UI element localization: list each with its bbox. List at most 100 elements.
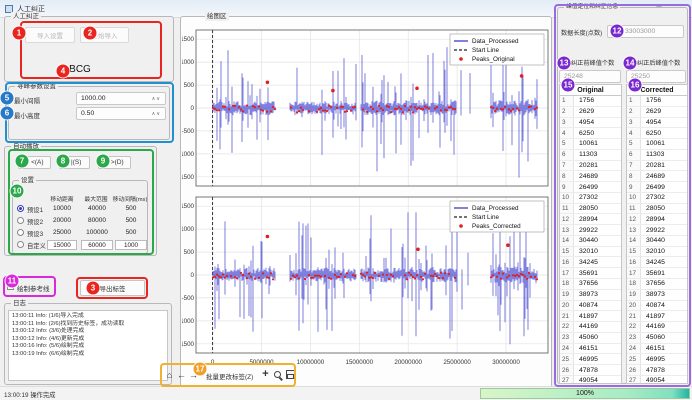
annotation-circle-17: 17 (194, 363, 207, 376)
table-row[interactable]: 46250 (560, 128, 621, 139)
row-index: 25 (560, 354, 574, 364)
svg-text:15000000: 15000000 (346, 359, 374, 366)
table-row[interactable]: 2647878 (627, 365, 687, 376)
table-row[interactable]: 2446151 (560, 344, 621, 355)
table-row[interactable]: 2446151 (627, 344, 687, 355)
min-height-value: 0.50 (81, 110, 94, 117)
annotation-circle-15: 15 (562, 79, 575, 92)
import-settings-button[interactable]: 导入设置 (25, 27, 75, 43)
annotation-circle-1: 1 (13, 27, 26, 40)
table-row[interactable]: 1027302 (560, 193, 621, 204)
table-row[interactable]: 926499 (560, 182, 621, 193)
table-row[interactable]: 1228994 (560, 214, 621, 225)
svg-text:10000000: 10000000 (297, 359, 325, 366)
table-row[interactable]: 1735691 (560, 268, 621, 279)
annotation-circle-6: 6 (1, 107, 14, 120)
signal-chart-bottom[interactable]: 150010005000-500-1000-150005000000100000… (182, 191, 550, 373)
table-row[interactable]: 1228994 (627, 214, 687, 225)
table-row[interactable]: 46250 (627, 128, 687, 139)
preset-custom-input[interactable] (47, 240, 77, 250)
peak-sample-value: 47878 (641, 367, 665, 374)
preset-radio[interactable] (17, 205, 24, 212)
table-row[interactable]: 2244169 (560, 322, 621, 333)
table-row[interactable]: 22629 (560, 107, 621, 118)
original-peaks-table[interactable]: Original 1175622629349544625051006161130… (559, 84, 622, 384)
table-row[interactable]: 22629 (627, 107, 687, 118)
table-row[interactable]: 824689 (627, 171, 687, 182)
table-row[interactable]: 34954 (627, 118, 687, 129)
table-row[interactable]: 1634245 (560, 257, 621, 268)
svg-text:Peaks_Original: Peaks_Original (472, 56, 515, 63)
row-index: 4 (627, 128, 641, 138)
table-row[interactable]: 1532010 (627, 247, 687, 258)
signal-chart-top[interactable]: 150010005000-500-1000-1500Data_Processed… (182, 22, 550, 192)
home-icon[interactable]: ⌂ (164, 369, 175, 381)
table-row[interactable]: 1837656 (560, 279, 621, 290)
table-row[interactable]: 824689 (560, 171, 621, 182)
table-row[interactable]: 611303 (627, 150, 687, 161)
table-row[interactable]: 1938973 (627, 290, 687, 301)
table-row[interactable]: 2040874 (627, 301, 687, 312)
preset-radio[interactable] (17, 217, 24, 224)
table-row[interactable]: 34954 (560, 118, 621, 129)
table-row[interactable]: 1430440 (627, 236, 687, 247)
peak-sample-value: 27302 (574, 194, 598, 201)
table-row[interactable]: 1837656 (627, 279, 687, 290)
table-row[interactable]: 2546995 (560, 354, 621, 365)
table-row[interactable]: 510061 (627, 139, 687, 150)
preset-row: 预设325000100000500 (13, 228, 149, 239)
table-row[interactable]: 2345060 (560, 333, 621, 344)
table-row[interactable]: 1128050 (627, 204, 687, 215)
table-row[interactable]: 1938973 (560, 290, 621, 301)
svg-text:Start Line: Start Line (472, 47, 499, 54)
preset-value: 80000 (81, 217, 113, 224)
table-row[interactable]: 926499 (627, 182, 687, 193)
table-row[interactable]: 510061 (560, 139, 621, 150)
peak-info-group-title: 峰值定位和纠正信息 (564, 3, 620, 12)
table-row[interactable]: 1027302 (627, 193, 687, 204)
table-row[interactable]: 720281 (627, 161, 687, 172)
table-row[interactable]: 2647878 (560, 365, 621, 376)
row-index: 13 (627, 225, 641, 235)
table-row[interactable]: 1128050 (560, 204, 621, 215)
table-row[interactable]: 1329922 (560, 225, 621, 236)
table-row[interactable]: 2040874 (560, 301, 621, 312)
table-row[interactable]: 720281 (560, 161, 621, 172)
table-row[interactable]: 1634245 (627, 257, 687, 268)
table-row[interactable]: 2345060 (627, 333, 687, 344)
row-index: 8 (560, 171, 574, 181)
spinner-arrows-icon[interactable]: ∧∨ (152, 96, 161, 102)
table-row[interactable]: 1735691 (627, 268, 687, 279)
row-index: 2 (560, 107, 574, 117)
corrected-peaks-table[interactable]: Corrected 117562262934954462505100616113… (626, 84, 688, 384)
table-row[interactable]: 1329922 (627, 225, 687, 236)
table-row[interactable]: 11756 (560, 96, 621, 107)
log-entries[interactable]: 13:00:11 Info: (1/6)导入完成13:00:11 Info: (… (8, 310, 168, 381)
data-length-value: 33003000 (625, 28, 655, 35)
table-row[interactable]: 2749054 (627, 376, 687, 384)
peak-sample-value: 28994 (574, 216, 598, 223)
preset-radio[interactable] (17, 241, 24, 248)
min-height-spinbox[interactable]: 0.50 ∧∨ (76, 107, 166, 120)
table-row[interactable]: 611303 (560, 150, 621, 161)
row-index: 14 (627, 236, 641, 246)
preset-custom-input[interactable] (81, 240, 113, 250)
status-text: 13:00:19 操作完成 (4, 390, 55, 399)
preset-radio[interactable] (17, 229, 24, 236)
table-row[interactable]: 2244169 (627, 322, 687, 333)
table-row[interactable]: 2141897 (627, 311, 687, 322)
row-index: 19 (627, 290, 641, 300)
table-row[interactable]: 1430440 (560, 236, 621, 247)
preset-row: 预设11000040000500 (13, 204, 149, 215)
table-row[interactable]: 11756 (627, 96, 687, 107)
table-row[interactable]: 2546995 (627, 354, 687, 365)
table-row[interactable]: 2141897 (560, 311, 621, 322)
spinner-arrows-icon[interactable]: ∧∨ (152, 111, 161, 117)
table-row[interactable]: 1532010 (560, 247, 621, 258)
row-index: 15 (560, 247, 574, 257)
table-row[interactable]: 2749054 (560, 376, 621, 384)
min-interval-spinbox[interactable]: 1000.00 ∧∨ (76, 92, 166, 105)
preset-custom-input[interactable] (115, 240, 147, 250)
peak-sample-value: 11303 (574, 151, 597, 158)
row-index: 11 (560, 204, 574, 214)
